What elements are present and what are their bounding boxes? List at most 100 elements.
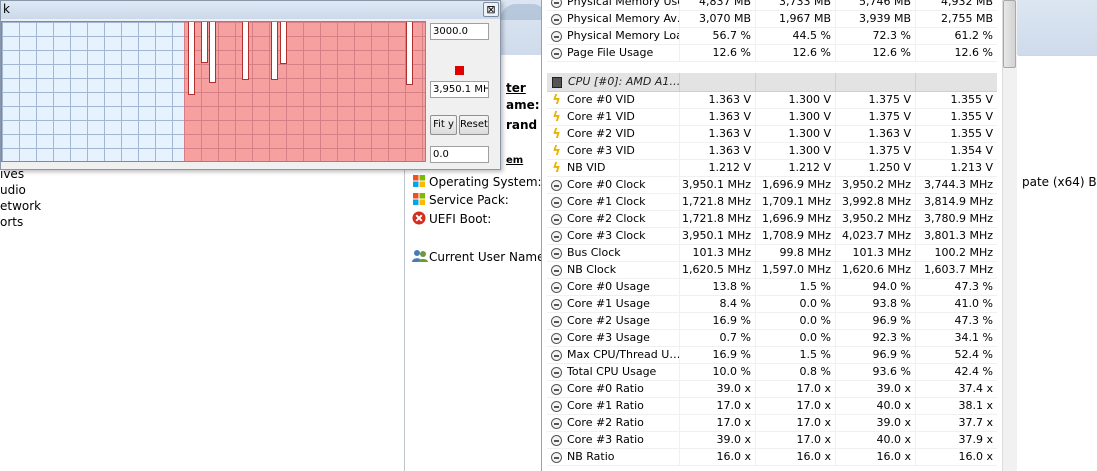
sensor-name: Bus Clock xyxy=(567,246,621,259)
tree-item-ports[interactable]: orts xyxy=(0,215,23,229)
sensor-maximum: 40.0 x xyxy=(835,398,915,415)
clock-icon xyxy=(551,384,562,395)
sensor-current: 3,070 MB xyxy=(679,11,755,28)
sensor-current: 10.0 % xyxy=(679,364,755,381)
sensor-minimum: 1.5 % xyxy=(755,279,835,296)
sensor-row[interactable]: Core #0 Clock 3,950.1 MHz 1,696.9 MHz 3,950… xyxy=(547,177,997,194)
sensor-average: 1.354 V xyxy=(915,143,997,160)
fit-y-button[interactable]: Fit y xyxy=(430,115,457,135)
tree-item-network[interactable]: etwork xyxy=(0,199,41,213)
sensor-row[interactable]: Total CPU Usage 10.0 % 0.8 % 93.6 % 42.4 % xyxy=(547,364,997,381)
clock-icon xyxy=(551,299,562,310)
sensor-current: 56.7 % xyxy=(679,28,755,45)
sensor-row[interactable]: ϟ NB VID 1.212 V 1.212 V 1.250 V 1.213 V xyxy=(547,160,997,177)
graph-max-field[interactable]: 3000.0 xyxy=(430,23,489,40)
clock-icon xyxy=(551,248,562,259)
sensor-name: Physical Memory Used xyxy=(567,0,679,8)
uefi-row: UEFI Boot: xyxy=(412,211,491,226)
sensor-maximum: 1.363 V xyxy=(835,126,915,143)
graph-series-fill xyxy=(184,22,425,161)
sensor-average: 61.2 % xyxy=(915,28,997,45)
graph-min-field[interactable]: 0.0 xyxy=(430,146,489,163)
sensor-name: Core #0 Ratio xyxy=(567,382,644,395)
tree-item-audio[interactable]: udio xyxy=(0,183,26,197)
sensor-row[interactable]: Core #2 Ratio 17.0 x 17.0 x 39.0 x 37.7 x xyxy=(547,415,997,432)
column-divider xyxy=(679,73,680,92)
sensor-row[interactable]: Core #1 Ratio 17.0 x 17.0 x 40.0 x 38.1 x xyxy=(547,398,997,415)
sensor-row[interactable]: Physical Memory Av… 3,070 MB 1,967 MB 3,939… xyxy=(547,11,997,28)
sensor-current: 8.4 % xyxy=(679,296,755,313)
sensor-maximum: 4,023.7 MHz xyxy=(835,228,915,245)
sensor-name: Core #2 Usage xyxy=(567,314,650,327)
section-header-partial: em xyxy=(506,155,524,166)
clock-icon xyxy=(551,452,562,463)
sensor-row[interactable]: ϟ Core #1 VID 1.363 V 1.300 V 1.375 V 1.355 V xyxy=(547,109,997,126)
sensor-average: 37.7 x xyxy=(915,415,997,432)
sensor-row[interactable]: Max CPU/Thread U… 16.9 % 1.5 % 96.9 % 52.4 % xyxy=(547,347,997,364)
reset-button[interactable]: Reset xyxy=(459,115,489,135)
section-header-partial: ter xyxy=(506,81,526,95)
sensor-row[interactable]: Core #3 Ratio 39.0 x 17.0 x 40.0 x 37.9 x xyxy=(547,432,997,449)
sensor-row[interactable]: Core #3 Clock 3,950.1 MHz 1,708.9 MHz 4,023… xyxy=(547,228,997,245)
divider xyxy=(1018,55,1097,56)
sensor-minimum: 16.0 x xyxy=(755,449,835,466)
left-tree-panel: ives udio etwork orts xyxy=(0,167,405,471)
sensor-row[interactable]: Core #2 Clock 1,721.8 MHz 1,696.9 MHz 3,950… xyxy=(547,211,997,228)
sensor-status-list[interactable]: Physical Memory Used 4,837 MB 3,733 MB 5,74… xyxy=(541,0,1017,471)
series-color-swatch[interactable] xyxy=(455,66,464,75)
sensor-row[interactable]: Bus Clock 101.3 MHz 99.8 MHz 101.3 MHz 100.2… xyxy=(547,245,997,262)
sensor-minimum: 17.0 x xyxy=(755,415,835,432)
scrollbar-thumb[interactable] xyxy=(1003,0,1016,68)
graph-current-value: 3,950.1 MHz xyxy=(430,81,489,98)
sensor-minimum: 1.212 V xyxy=(755,160,835,177)
sensor-minimum: 0.0 % xyxy=(755,296,835,313)
clock-icon xyxy=(551,31,562,42)
sensor-row[interactable]: Core #2 Usage 16.9 % 0.0 % 96.9 % 47.3 % xyxy=(547,313,997,330)
bolt-icon: ϟ xyxy=(552,93,561,108)
sensor-row[interactable]: Physical Memory Load 56.7 % 44.5 % 72.3 % 61… xyxy=(547,28,997,45)
graph-title-bar[interactable]: k ⊠ xyxy=(1,1,500,19)
sensor-current: 1,721.8 MHz xyxy=(679,211,755,228)
service-pack-label: Service Pack: xyxy=(429,193,509,207)
sensor-maximum: 1,620.6 MHz xyxy=(835,262,915,279)
sensor-row[interactable]: Core #3 Usage 0.7 % 0.0 % 92.3 % 34.1 % xyxy=(547,330,997,347)
sensor-minimum: 0.0 % xyxy=(755,330,835,347)
sensor-row[interactable]: ϟ Core #3 VID 1.363 V 1.300 V 1.375 V 1.354 V xyxy=(547,143,997,160)
sensor-average: 1.355 V xyxy=(915,92,997,109)
sensor-row[interactable]: NB Ratio 16.0 x 16.0 x 16.0 x 16.0 x xyxy=(547,449,997,466)
clock-icon xyxy=(551,282,562,293)
sensor-average: 42.4 % xyxy=(915,364,997,381)
cpu-group-header[interactable]: CPU [#0]: AMD A1… xyxy=(547,73,997,92)
sensor-row[interactable]: Core #0 Usage 13.8 % 1.5 % 94.0 % 47.3 % xyxy=(547,279,997,296)
sensor-name: Core #1 Ratio xyxy=(567,399,644,412)
sensor-row[interactable]: Core #1 Clock 1,721.8 MHz 1,709.1 MHz 3,992… xyxy=(547,194,997,211)
sensor-graph-window[interactable]: k ⊠ 3000.0 3,950.1 MHz Fit y Reset 0.0 xyxy=(0,0,501,170)
sensor-row[interactable]: Page File Usage 12.6 % 12.6 % 12.6 % 12.6 % xyxy=(547,45,997,62)
close-icon[interactable]: ⊠ xyxy=(483,2,499,17)
sensor-average: 47.3 % xyxy=(915,313,997,330)
sensor-maximum: 72.3 % xyxy=(835,28,915,45)
sensor-row[interactable]: Physical Memory Used 4,837 MB 3,733 MB 5,74… xyxy=(547,0,997,11)
sensor-average: 12.6 % xyxy=(915,45,997,62)
sensor-row[interactable]: ϟ Core #0 VID 1.363 V 1.300 V 1.375 V 1.355 V xyxy=(547,92,997,109)
sensor-average: 1.213 V xyxy=(915,160,997,177)
sensor-row[interactable]: ϟ Core #2 VID 1.363 V 1.300 V 1.363 V 1.355 V xyxy=(547,126,997,143)
cpu-group-title: CPU [#0]: AMD A1… xyxy=(568,75,681,88)
sensor-row[interactable]: Core #0 Ratio 39.0 x 17.0 x 39.0 x 37.4 x xyxy=(547,381,997,398)
sensor-list-scrollbar[interactable] xyxy=(1002,0,1017,471)
sensor-average: 3,744.3 MHz xyxy=(915,177,997,194)
sensor-row[interactable]: Core #1 Usage 8.4 % 0.0 % 93.8 % 41.0 % xyxy=(547,296,997,313)
graph-dip xyxy=(188,22,195,95)
sensor-average: 16.0 x xyxy=(915,449,997,466)
sensor-current: 101.3 MHz xyxy=(679,245,755,262)
sensor-maximum: 39.0 x xyxy=(835,415,915,432)
sensor-average: 2,755 MB xyxy=(915,11,997,28)
sensor-row[interactable]: NB Clock 1,620.5 MHz 1,597.0 MHz 1,620.6 MH… xyxy=(547,262,997,279)
graph-dip xyxy=(201,22,208,63)
os-value-partial: pate (x64) Bu xyxy=(1022,175,1097,189)
sensor-minimum: 1.300 V xyxy=(755,92,835,109)
label-partial: rand xyxy=(506,118,538,132)
sensor-name: Physical Memory Load xyxy=(567,29,679,42)
sensor-maximum: 12.6 % xyxy=(835,45,915,62)
sensor-name: Core #3 Usage xyxy=(567,331,650,344)
